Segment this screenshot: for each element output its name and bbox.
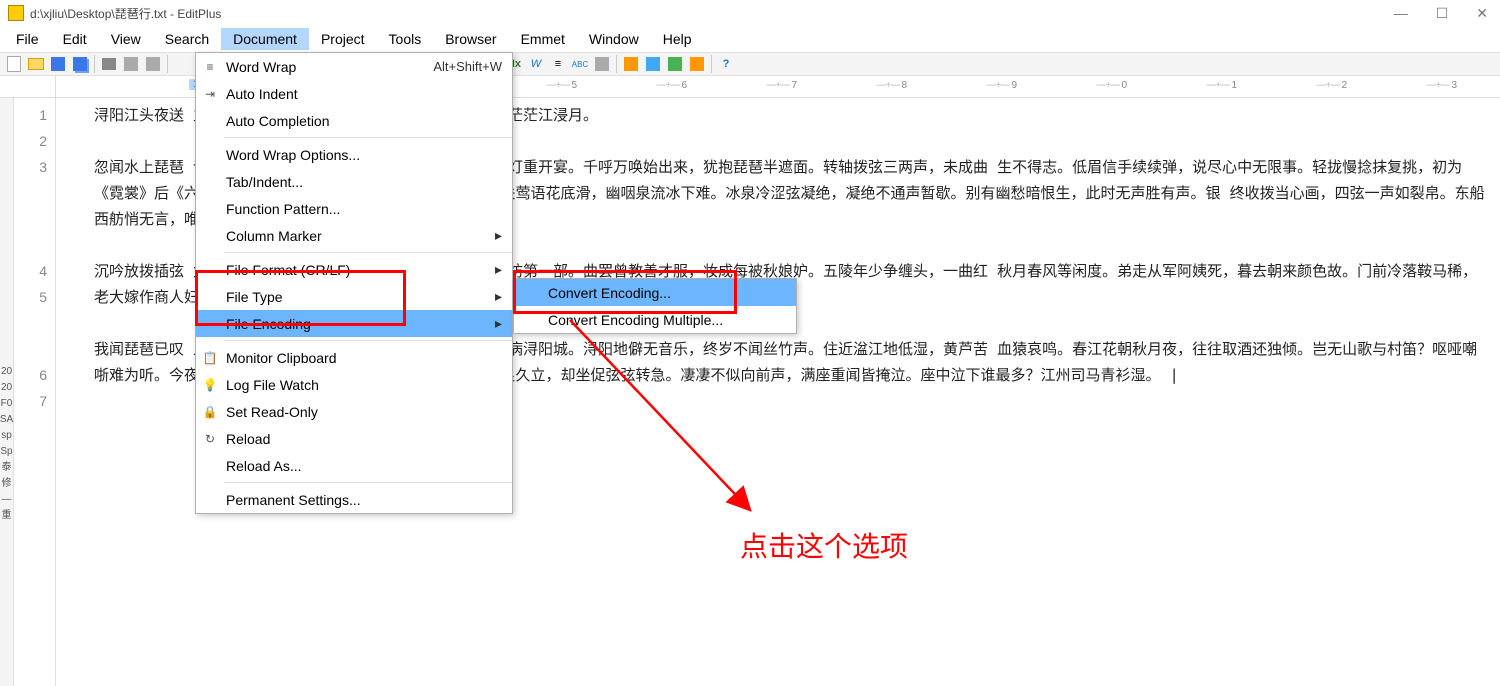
save-all-button[interactable] xyxy=(70,54,90,74)
toolbar-button[interactable] xyxy=(143,54,163,74)
menubar: File Edit View Search Document Project T… xyxy=(0,26,1500,52)
separator xyxy=(711,55,712,73)
menu-document[interactable]: Document xyxy=(221,28,309,50)
menuitem-permanent-settings[interactable]: Permanent Settings... xyxy=(196,486,512,513)
menu-browser[interactable]: Browser xyxy=(433,28,508,50)
menuitem-auto-indent[interactable]: ⇥ Auto Indent xyxy=(196,80,512,107)
clipboard-icon: 📋 xyxy=(196,351,224,365)
wrap-button[interactable]: W xyxy=(526,54,546,74)
menu-search[interactable]: Search xyxy=(153,28,221,50)
sidebar-item[interactable]: 修 xyxy=(2,478,12,490)
menu-window[interactable]: Window xyxy=(577,28,651,50)
menuitem-function-pattern[interactable]: Function Pattern... xyxy=(196,195,512,222)
line-number: 5 xyxy=(14,284,47,310)
sidebar-item[interactable]: sp xyxy=(1,430,12,442)
wrap-icon: ≡ xyxy=(196,60,224,74)
menuitem-reload[interactable]: ↻ Reload xyxy=(196,425,512,452)
separator xyxy=(94,55,95,73)
maximize-button[interactable]: ☐ xyxy=(1432,5,1453,22)
menu-tools[interactable]: Tools xyxy=(377,28,434,50)
separator xyxy=(224,482,512,483)
toolbar-button[interactable] xyxy=(687,54,707,74)
menuitem-word-wrap[interactable]: ≡ Word Wrap Alt+Shift+W xyxy=(196,53,512,80)
menu-file[interactable]: File xyxy=(4,28,51,50)
sidebar-item[interactable]: 重 xyxy=(2,510,12,522)
menu-project[interactable]: Project xyxy=(309,28,377,50)
sidebar: 20 20 F0 SA sp Sp 泰 修 — 重 xyxy=(0,98,14,686)
menu-help[interactable]: Help xyxy=(651,28,704,50)
window-title: d:\xjliu\Desktop\琵琶行.txt - EditPlus xyxy=(30,5,1390,22)
menuitem-convert-encoding-multiple[interactable]: Convert Encoding Multiple... xyxy=(514,306,796,333)
menuitem-file-type[interactable]: File Type ▸ xyxy=(196,283,512,310)
separator xyxy=(616,55,617,73)
chevron-right-icon: ▸ xyxy=(485,227,512,244)
print-preview-button[interactable] xyxy=(121,54,141,74)
spell-button[interactable]: ABC xyxy=(570,54,590,74)
indent-button[interactable]: ≡ xyxy=(548,54,568,74)
bulb-icon: 💡 xyxy=(196,378,224,392)
print-button[interactable] xyxy=(99,54,119,74)
document-dropdown: ≡ Word Wrap Alt+Shift+W ⇥ Auto Indent Au… xyxy=(195,52,513,514)
toolbar-button[interactable] xyxy=(643,54,663,74)
minimize-button[interactable]: — xyxy=(1390,5,1412,22)
menuitem-monitor-clipboard[interactable]: 📋 Monitor Clipboard xyxy=(196,344,512,371)
toolbar-button[interactable] xyxy=(621,54,641,74)
file-encoding-submenu: Convert Encoding... Convert Encoding Mul… xyxy=(513,278,797,334)
menuitem-auto-completion[interactable]: Auto Completion xyxy=(196,107,512,134)
menu-view[interactable]: View xyxy=(99,28,153,50)
menuitem-word-wrap-options[interactable]: Word Wrap Options... xyxy=(196,141,512,168)
menu-edit[interactable]: Edit xyxy=(51,28,99,50)
sidebar-item[interactable]: Sp xyxy=(0,446,12,458)
menuitem-set-read-only[interactable]: 🔒 Set Read-Only xyxy=(196,398,512,425)
menuitem-column-marker[interactable]: Column Marker ▸ xyxy=(196,222,512,249)
menuitem-convert-encoding[interactable]: Convert Encoding... xyxy=(514,279,796,306)
titlebar: d:\xjliu\Desktop\琵琶行.txt - EditPlus — ☐ … xyxy=(0,0,1500,26)
lock-icon: 🔒 xyxy=(196,405,224,419)
menuitem-file-format[interactable]: File Format (CR/LF) ▸ xyxy=(196,256,512,283)
menu-emmet[interactable]: Emmet xyxy=(509,28,577,50)
app-icon xyxy=(8,5,24,21)
close-button[interactable]: ✕ xyxy=(1472,5,1492,22)
reload-icon: ↻ xyxy=(196,432,224,446)
open-file-button[interactable] xyxy=(26,54,46,74)
line-number: 3 xyxy=(14,154,47,180)
menuitem-log-file-watch[interactable]: 💡 Log File Watch xyxy=(196,371,512,398)
separator xyxy=(167,55,168,73)
line-number: 7 xyxy=(14,388,47,414)
sidebar-item[interactable]: — xyxy=(2,494,12,506)
line-number: 6 xyxy=(14,362,47,388)
separator xyxy=(224,340,512,341)
new-file-button[interactable] xyxy=(4,54,24,74)
line-number: 2 xyxy=(14,128,47,154)
sidebar-item[interactable]: 20 xyxy=(1,366,12,378)
line-number: 1 xyxy=(14,102,47,128)
chevron-right-icon: ▸ xyxy=(485,288,512,305)
sidebar-item[interactable]: 泰 xyxy=(2,462,12,474)
menuitem-reload-as[interactable]: Reload As... xyxy=(196,452,512,479)
sidebar-item[interactable]: F0 xyxy=(1,398,13,410)
chevron-right-icon: ▸ xyxy=(485,315,512,332)
help-button[interactable]: ? xyxy=(716,54,736,74)
chevron-right-icon: ▸ xyxy=(485,261,512,278)
toolbar-button[interactable] xyxy=(665,54,685,74)
sidebar-item[interactable]: SA xyxy=(0,414,13,426)
save-button[interactable] xyxy=(48,54,68,74)
line-number: 4 xyxy=(14,258,47,284)
menuitem-file-encoding[interactable]: File Encoding ▸ xyxy=(196,310,512,337)
line-gutter: 1 2 3 4 5 6 7 xyxy=(14,98,56,686)
indent-icon: ⇥ xyxy=(196,87,224,101)
sidebar-item[interactable]: 20 xyxy=(1,382,12,394)
separator xyxy=(224,137,512,138)
separator xyxy=(224,252,512,253)
toolbar-button[interactable] xyxy=(592,54,612,74)
menuitem-tab-indent[interactable]: Tab/Indent... xyxy=(196,168,512,195)
